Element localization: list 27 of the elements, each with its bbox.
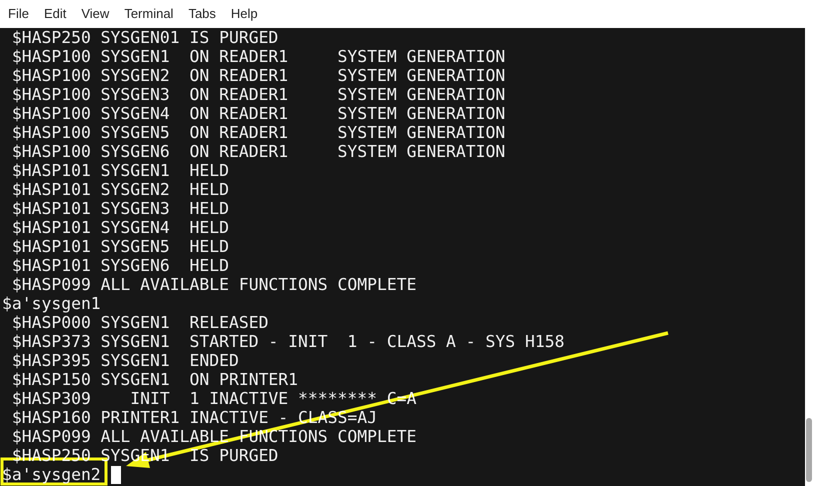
menu-item[interactable]: View	[81, 4, 110, 24]
terminal-line: $HASP100 SYSGEN3 ON READER1 SYSTEM GENERATION	[10, 85, 506, 104]
menu-item[interactable]: File	[8, 4, 29, 24]
menu-item[interactable]: Tabs	[188, 4, 216, 24]
terminal-line: $HASP395 SYSGEN1 ENDED	[10, 351, 239, 370]
terminal-line: $HASP100 SYSGEN5 ON READER1 SYSTEM GENERATION	[10, 123, 506, 142]
menu-item[interactable]: Terminal	[124, 4, 174, 24]
terminal-line: $HASP101 SYSGEN1 HELD	[10, 161, 229, 180]
terminal-line: $HASP099 ALL AVAILABLE FUNCTIONS COMPLETE	[10, 275, 416, 294]
terminal-line: $HASP250 SYSGEN01 IS PURGED	[10, 28, 278, 47]
terminal-line: $HASP100 SYSGEN6 ON READER1 SYSTEM GENERATION	[10, 142, 506, 161]
command-prompt[interactable]: $a'sysgen2	[2, 465, 101, 484]
terminal-line: $HASP101 SYSGEN4 HELD	[10, 218, 229, 237]
terminal-line: $HASP101 SYSGEN6 HELD	[10, 256, 229, 275]
terminal-line: $HASP100 SYSGEN1 ON READER1 SYSTEM GENERATION	[10, 47, 506, 66]
terminal-line: $HASP100 SYSGEN2 ON READER1 SYSTEM GENERATION	[10, 66, 506, 85]
terminal-line: $HASP000 SYSGEN1 RELEASED	[10, 313, 268, 332]
menu-item[interactable]: Help	[230, 4, 258, 24]
terminal-line: $HASP101 SYSGEN2 HELD	[10, 180, 229, 199]
menu-item[interactable]: Edit	[44, 4, 66, 24]
terminal-line: $HASP099 ALL AVAILABLE FUNCTIONS COMPLETE	[10, 427, 416, 446]
terminal-line: $HASP373 SYSGEN1 STARTED - INIT 1 - CLASS A - SYS H158	[10, 332, 564, 351]
terminal-line: $HASP101 SYSGEN5 HELD	[10, 237, 229, 256]
terminal-line: $HASP100 SYSGEN4 ON READER1 SYSTEM GENERATION	[10, 104, 506, 123]
terminal-line: $HASP150 SYSGEN1 ON PRINTER1	[10, 370, 298, 389]
terminal-line: $a'sysgen1	[2, 294, 101, 313]
terminal-line: $HASP101 SYSGEN3 HELD	[10, 199, 229, 218]
